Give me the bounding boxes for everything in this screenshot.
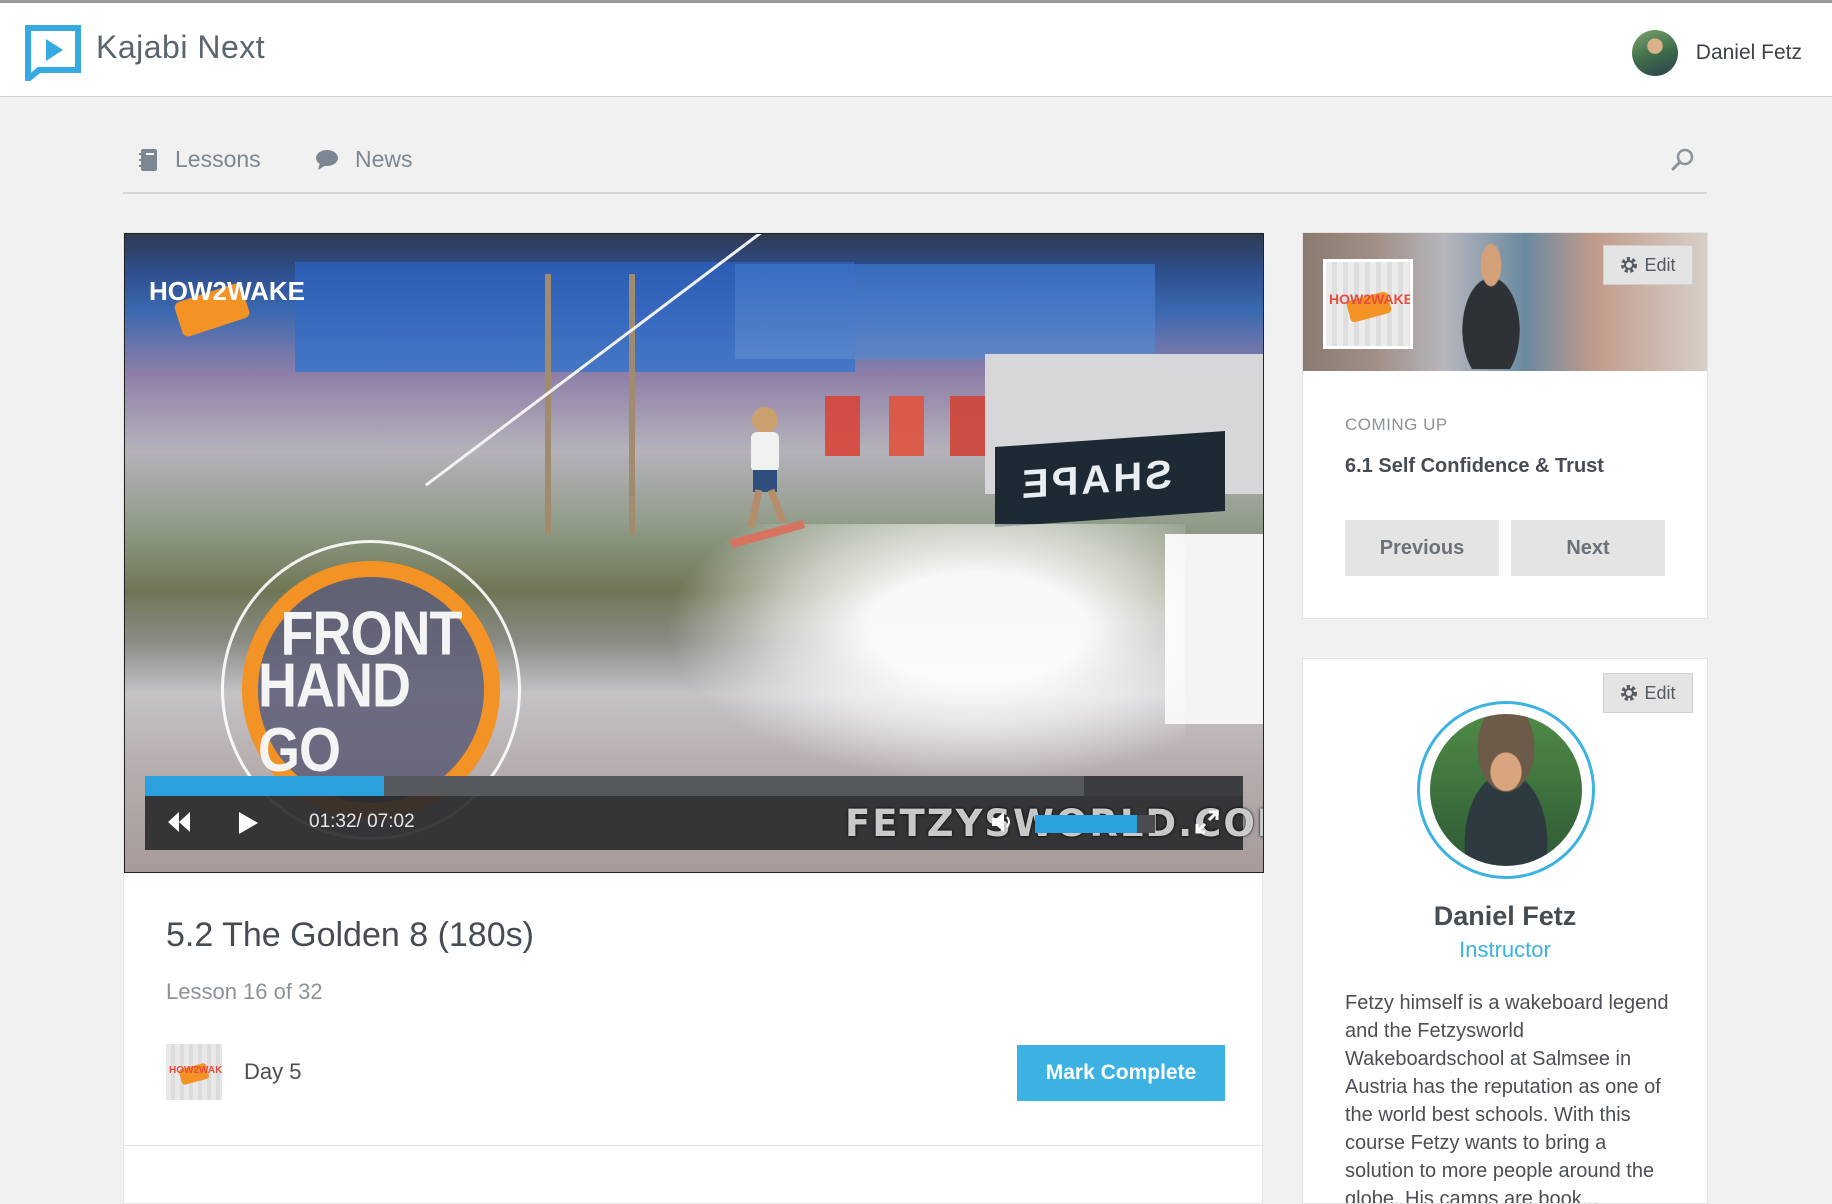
course-banner: HOW2WAKE Edit [1303,233,1707,371]
video-progress-bar[interactable] [145,776,1243,796]
video-scene-tower [545,274,635,534]
user-name[interactable]: Daniel Fetz [1696,41,1802,65]
instructor-bio: Fetzy himself is a wakeboard legend and … [1345,992,1669,1204]
divider [124,1145,1264,1146]
overlay-line-2: HAND GO [258,651,411,785]
nav-item-news[interactable]: News [315,146,413,173]
nav-label-lessons: Lessons [175,146,261,172]
video-controls: 01:32/ 07:02 FETZYSWORLD.COM [145,776,1263,850]
module-thumbnail: HOW2WAKE [166,1044,229,1100]
module-label: Day 5 [244,1059,302,1084]
kajabi-logo-icon[interactable] [25,25,81,81]
lesson-count: Lesson 16 of 32 [166,979,323,1004]
mark-complete-button[interactable]: Mark Complete [1017,1045,1225,1101]
course-thumbnail: HOW2WAKE [1323,259,1413,349]
edit-label: Edit [1644,254,1676,275]
next-button[interactable]: Next [1511,520,1665,576]
search-icon[interactable] [1671,148,1695,172]
rewind-icon[interactable] [167,811,191,833]
course-nav: Lessons News [123,130,1707,194]
video-scene-wall [735,264,1155,359]
book-icon [139,148,157,171]
wakeboarder-figure [729,407,805,548]
thumb-logo-text: HOW2WAKE [169,1065,222,1076]
play-icon[interactable] [237,811,259,835]
video-scene-chairs [825,396,985,456]
instructor-photo [1441,239,1541,369]
edit-label: Edit [1644,682,1676,703]
volume-icon[interactable] [991,811,1015,833]
nav-label-news: News [355,146,413,172]
banner-logo-text: HOW2WAKE [1329,291,1410,307]
instructor-role: Instructor [1459,937,1551,962]
edit-banner-button[interactable]: Edit [1603,245,1693,285]
module-row[interactable]: HOW2WAKE Day 5 [166,1044,301,1100]
brand-name[interactable]: Kajabi Next [96,29,265,66]
avatar[interactable] [1631,30,1678,76]
user-menu[interactable]: Daniel Fetz [1631,29,1802,77]
top-bar: Kajabi Next Daniel Fetz [0,0,1832,97]
video-progress-played [145,776,385,796]
lesson-title: 5.2 The Golden 8 (180s) [166,916,534,954]
how2wake-logo: HOW2WAKE [1329,291,1413,323]
gear-icon [1621,685,1638,701]
video-player[interactable]: SHAPE HOW2WAKE FRONT HAND GO 01:32/ 07:0… [124,233,1264,873]
fullscreen-icon[interactable] [1195,810,1219,834]
video-time: 01:32/ 07:02 [309,811,415,832]
how2wake-logo: HOW2WAKE [169,1063,229,1085]
gear-icon [1621,257,1638,273]
edit-instructor-button[interactable]: Edit [1603,673,1693,713]
lesson-card: SHAPE HOW2WAKE FRONT HAND GO 01:32/ 07:0… [123,232,1264,1204]
speech-bubble-icon [316,149,338,170]
how2wake-logo: HOW2WAKE [149,276,305,337]
logo-text: HOW2WAKE [149,276,305,306]
next-lesson-title[interactable]: 6.1 Self Confidence & Trust [1345,455,1604,478]
instructor-card: Edit Daniel Fetz Instructor Fetzy himsel… [1302,658,1708,1204]
video-banner-text: SHAPE [1019,452,1172,508]
nav-item-lessons[interactable]: Lessons [139,146,261,173]
instructor-avatar [1417,701,1595,879]
volume-slider[interactable] [1035,815,1155,833]
coming-up-card: HOW2WAKE Edit COMING UP 6.1 Self Confide… [1302,232,1708,619]
coming-up-label: COMING UP [1345,415,1448,434]
instructor-name: Daniel Fetz [1433,901,1577,931]
previous-button[interactable]: Previous [1345,520,1499,576]
video-progress-buffered [384,776,1084,796]
video-scene-spray [665,524,1185,784]
video-scene-banner: SHAPE [995,430,1225,528]
volume-level [1035,815,1137,833]
